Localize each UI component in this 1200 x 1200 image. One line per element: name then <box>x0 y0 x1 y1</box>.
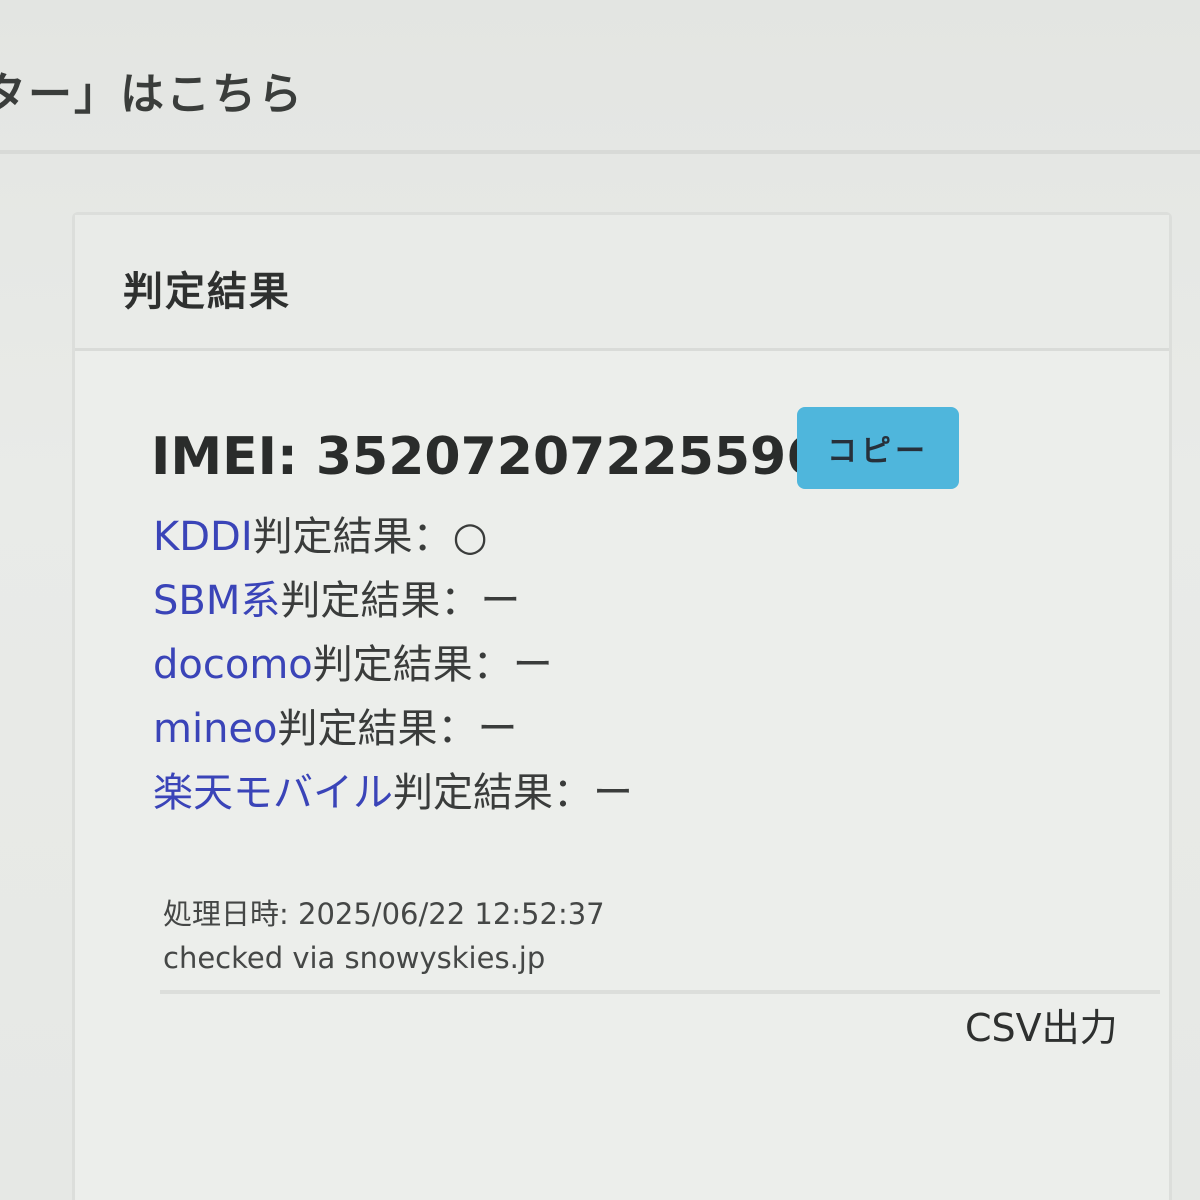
carrier-link[interactable]: docomo <box>153 642 313 688</box>
result-row-docomo: docomo判定結果：ー <box>153 633 633 697</box>
carrier-link[interactable]: 楽天モバイル <box>153 770 393 816</box>
imei-value: 352072072255964 <box>315 427 859 487</box>
result-list: KDDI判定結果：○ SBM系判定結果：ー docomo判定結果：ー mineo… <box>153 505 633 825</box>
csv-export-button[interactable]: CSV出力 <box>965 997 1118 1052</box>
result-value: 判定結果：ー <box>277 706 518 752</box>
result-value: 判定結果：ー <box>280 578 521 624</box>
section-divider <box>0 150 1200 154</box>
card-header: 判定結果 <box>75 215 1169 351</box>
carrier-link[interactable]: mineo <box>153 706 278 752</box>
result-card: 判定結果 IMEI: 352072072255964 コピー KDDI判定結果：… <box>72 212 1172 1200</box>
processed-label: 処理日時: <box>163 897 298 931</box>
copy-button[interactable]: コピー <box>797 407 959 489</box>
result-row-sbm: SBM系判定結果：ー <box>153 569 633 633</box>
result-row-kddi: KDDI判定結果：○ <box>153 505 633 569</box>
imei-label: IMEI: <box>151 427 316 487</box>
result-row-mineo: mineo判定結果：ー <box>153 697 633 761</box>
checked-via-text: checked via snowyskies.jp <box>163 941 546 975</box>
carrier-link[interactable]: KDDI <box>153 514 253 560</box>
card-title: 判定結果 <box>123 269 291 315</box>
result-value: 判定結果：ー <box>393 770 633 816</box>
imei-line: IMEI: 352072072255964 <box>151 427 859 487</box>
page: ター」はこちら 判定結果 IMEI: 352072072255964 コピー K… <box>0 0 1200 1200</box>
carrier-link[interactable]: SBM系 <box>153 578 280 624</box>
result-value: 判定結果：○ <box>252 514 488 560</box>
help-link[interactable]: ター」はこちら <box>0 58 304 122</box>
processed-value: 2025/06/22 12:52:37 <box>298 897 605 931</box>
card-footer-divider <box>160 990 1160 994</box>
result-value: 判定結果：ー <box>312 642 553 688</box>
result-row-rakuten: 楽天モバイル判定結果：ー <box>153 761 633 825</box>
processed-datetime: 処理日時: 2025/06/22 12:52:37 <box>163 891 605 933</box>
